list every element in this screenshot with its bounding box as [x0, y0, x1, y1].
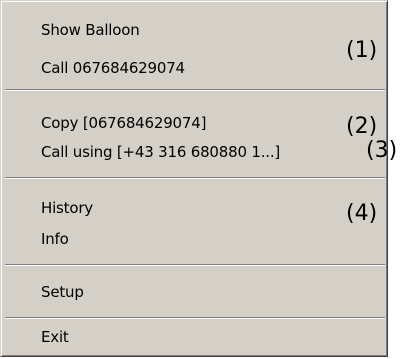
annotation-1: (1) [346, 38, 378, 63]
menu-item-exit[interactable]: Exit [41, 327, 69, 347]
annotation-4: (4) [346, 201, 378, 226]
menu-separator [5, 177, 385, 179]
menu-item-call-using[interactable]: Call using [+43 316 680880 1...] [41, 142, 280, 162]
menu-item-copy-number[interactable]: Copy [067684629074] [41, 113, 206, 133]
annotation-3: (3) [366, 138, 398, 163]
menu-item-history[interactable]: History [41, 198, 93, 218]
menu-item-info[interactable]: Info [41, 229, 69, 249]
menu-separator [5, 89, 385, 91]
menu-separator [5, 264, 385, 266]
menu-item-setup[interactable]: Setup [41, 282, 84, 302]
menu-item-show-balloon[interactable]: Show Balloon [41, 20, 140, 40]
menu-separator [5, 317, 385, 319]
menu-item-call-number[interactable]: Call 067684629074 [41, 58, 185, 78]
annotation-2: (2) [346, 114, 378, 139]
context-menu: Show Balloon Call 067684629074 Copy [067… [0, 0, 388, 357]
